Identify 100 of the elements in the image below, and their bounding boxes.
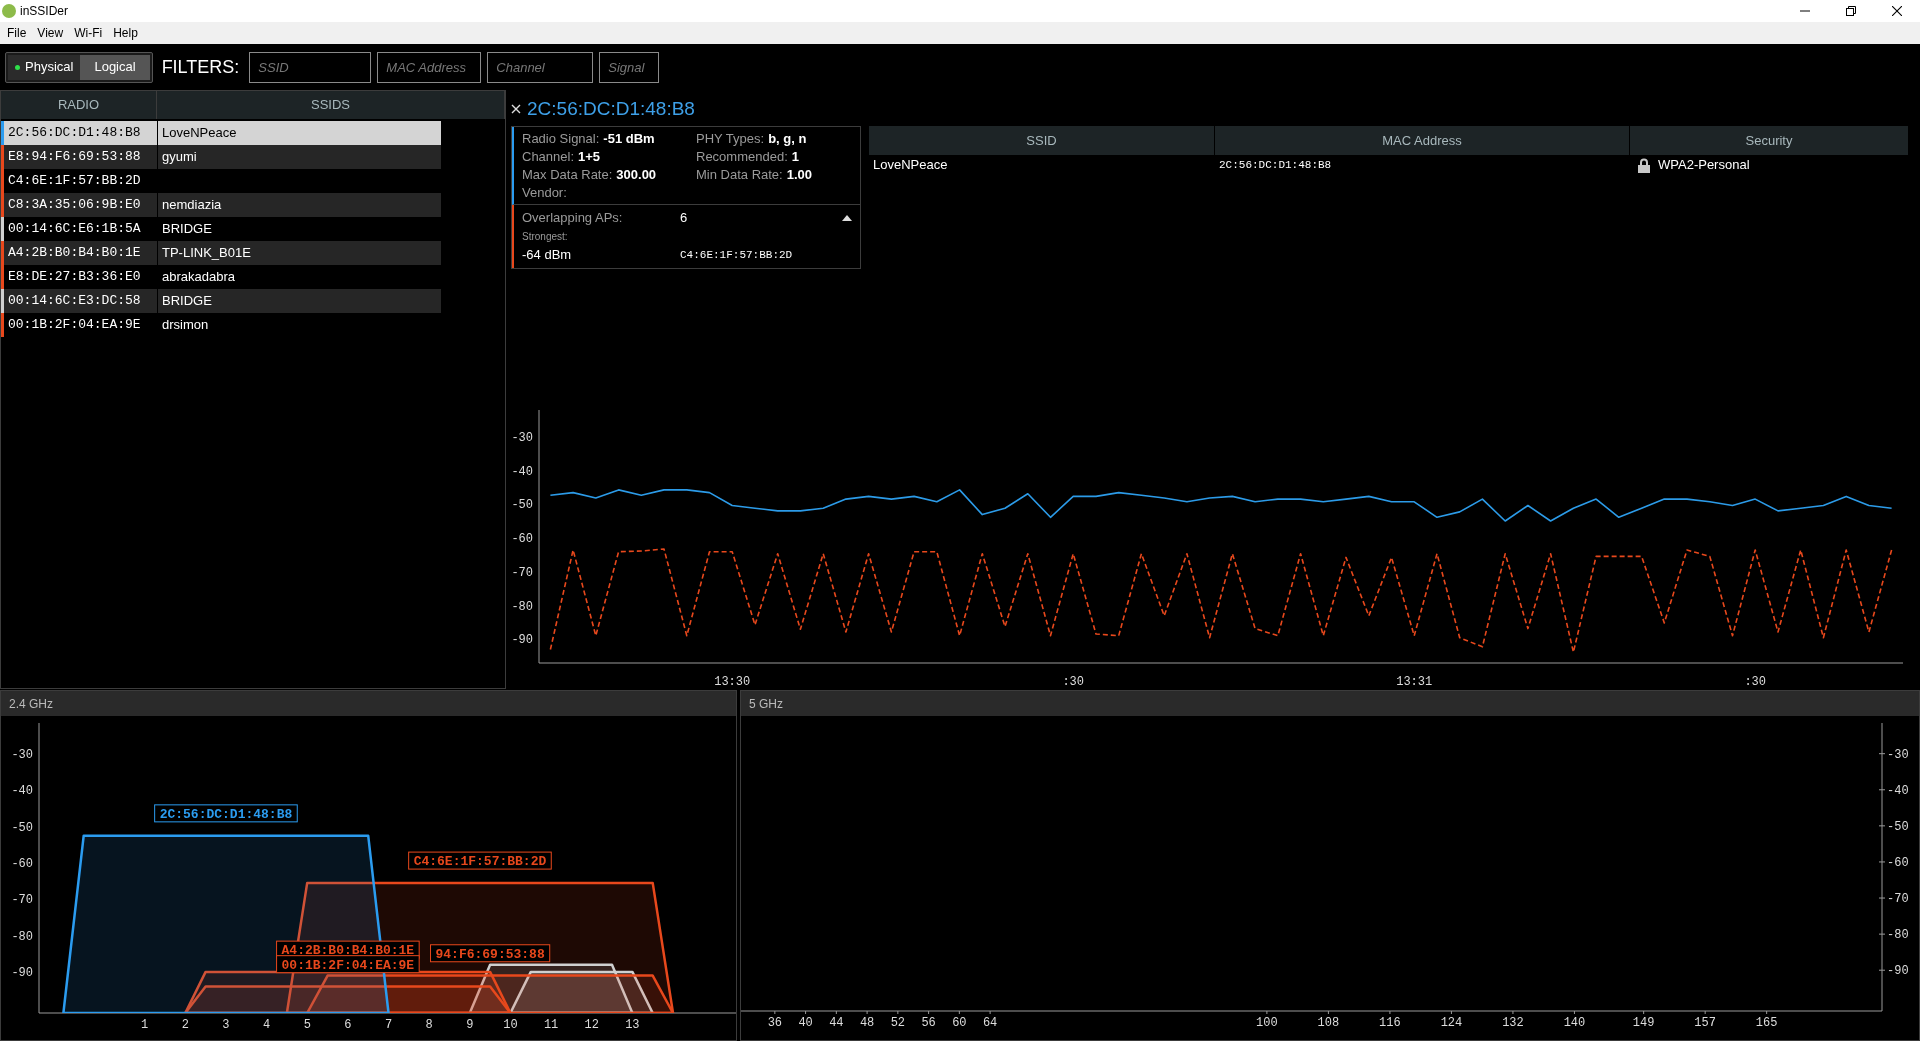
network-label: 2C:56:DC:D1:48:B8 (154, 804, 298, 823)
info-value: 1+5 (578, 147, 601, 166)
info-value: b, g, n (768, 129, 807, 148)
axis-label: 2 (181, 1018, 189, 1032)
axis-label: 13:30 (714, 675, 751, 689)
axis-label: 10 (503, 1018, 518, 1032)
overlap-label: Overlapping APs: (522, 209, 624, 228)
axis-label: 12 (584, 1018, 599, 1032)
axis-label: 13:31 (1396, 675, 1433, 689)
axis-label: 149 (1632, 1016, 1655, 1030)
axis-label: -40 (11, 784, 33, 799)
ssid-cell-text: LoveNPeace (872, 156, 949, 175)
filter-field[interactable]: Signal (599, 51, 660, 83)
axis-label: 11 (543, 1018, 559, 1032)
menu-item[interactable]: Wi-Fi (69, 24, 108, 42)
axis-label: 165 (1755, 1016, 1778, 1030)
info-label: Radio Signal: (522, 129, 600, 148)
caret-icon[interactable] (842, 215, 852, 221)
info-value: 1 (791, 147, 799, 166)
axis-label: -70 (1887, 892, 1909, 907)
close-icon[interactable] (511, 104, 521, 114)
window-title: inSSIDer (20, 3, 69, 20)
panel-title: 2.4 GHz (9, 695, 53, 713)
strongest-mac: C4:6E:1F:57:BB:2D (680, 247, 793, 263)
ssid-cell[interactable]: BRIDGE (158, 289, 441, 313)
axis-label: 108 (1317, 1016, 1340, 1030)
axis-label: 6 (344, 1018, 352, 1032)
radio-cell[interactable]: E8:94:F6:69:53:88 (4, 145, 157, 169)
info-value: 1.00 (786, 165, 812, 184)
axis-label: 116 (1379, 1016, 1401, 1030)
series-label: 94:F6:69:53:88 (435, 946, 545, 962)
filter-field[interactable]: Channel (487, 51, 594, 83)
axis-label: -90 (511, 633, 533, 648)
network-label: 00:1B:2F:04:EA:9E (276, 955, 420, 974)
network-label: 94:F6:69:53:88 (430, 944, 551, 963)
column-header: RADIO (1, 91, 157, 119)
radio-cell[interactable]: 2C:56:DC:D1:48:B8 (4, 121, 157, 145)
column-header: SSIDS (157, 91, 505, 119)
axis-label: -50 (511, 498, 533, 513)
menu-item[interactable]: View (32, 24, 69, 42)
axis-label: 4 (263, 1018, 271, 1032)
ssid-cell[interactable]: LoveNPeace (158, 121, 441, 145)
series-label: 00:1B:2F:04:EA:9E (281, 957, 415, 973)
axis-label: 100 (1256, 1016, 1278, 1030)
axis-label: -70 (11, 893, 33, 908)
axis-label: -30 (11, 747, 33, 762)
filter-field[interactable]: MAC Address (377, 51, 482, 83)
info-label: Min Data Rate: (696, 165, 783, 184)
axis-label: :30 (1062, 675, 1085, 689)
close-icon (1892, 6, 1902, 16)
axis-label: -60 (1887, 855, 1909, 870)
restore-icon (1846, 6, 1856, 16)
mac-cell-text: 2C:56:DC:D1:48:B8 (1218, 157, 1333, 173)
axis-label: 40 (798, 1016, 813, 1030)
info-label: Recommended: (696, 147, 788, 166)
axis-label: 52 (890, 1016, 906, 1030)
view-toggle-tab[interactable]: Physical (8, 54, 81, 80)
axis-label: -80 (511, 599, 533, 614)
axis-label: 124 (1440, 1016, 1463, 1030)
axis-label: 64 (982, 1016, 998, 1030)
radio-cell[interactable]: 00:14:6C:E3:DC:58 (4, 289, 157, 313)
axis-label: -60 (11, 856, 33, 871)
axis-label: 48 (859, 1016, 875, 1030)
column-header: Security (1630, 126, 1909, 155)
axis-label: -30 (1887, 747, 1909, 762)
view-toggle-tab[interactable]: Logical (80, 54, 150, 80)
radio-cell[interactable]: C8:3A:35:06:9B:E0 (4, 193, 157, 217)
panel-title: 5 GHz (749, 695, 783, 713)
axis-label: 1 (141, 1018, 149, 1032)
info-label: Channel: (522, 147, 575, 166)
ssid-cell[interactable]: TP-LINK_B01E (158, 241, 441, 265)
ssid-cell[interactable]: gyumi (158, 145, 441, 169)
menu-item[interactable]: File (2, 24, 32, 42)
axis-label: -30 (511, 431, 533, 445)
strongest-label: Strongest: (522, 230, 569, 244)
axis-label: -60 (511, 532, 533, 547)
info-value: -51 dBm (603, 129, 655, 148)
axis-label: -90 (1887, 964, 1909, 979)
axis-label: 7 (384, 1018, 393, 1032)
axis-label: -80 (11, 929, 33, 944)
filter-field[interactable]: SSID (249, 51, 372, 83)
column-header: SSID (869, 126, 1215, 155)
radio-cell[interactable]: A4:2B:B0:B4:B0:1E (4, 241, 157, 265)
ssid-cell[interactable]: nemdiazia (158, 193, 441, 217)
axis-label: 157 (1694, 1016, 1716, 1030)
axis-label: 56 (921, 1016, 936, 1030)
series-label: 2C:56:DC:D1:48:B8 (159, 806, 293, 822)
axis-label: 36 (767, 1016, 783, 1030)
info-value: 300.00 (616, 165, 657, 184)
axis-label: -70 (511, 565, 533, 580)
axis-label: 5 (303, 1018, 311, 1032)
menu-item[interactable]: Help (108, 24, 143, 42)
axis-label: -50 (11, 820, 33, 835)
axis-label: 60 (952, 1016, 967, 1030)
filters-label: FILTERS: (161, 55, 240, 79)
axis-label: -50 (1887, 819, 1909, 834)
axis-label: 13 (625, 1018, 640, 1032)
axis-label: 9 (466, 1018, 474, 1032)
info-label: Vendor: (522, 183, 567, 202)
security-cell-text: WPA2-Personal (1658, 156, 1750, 175)
